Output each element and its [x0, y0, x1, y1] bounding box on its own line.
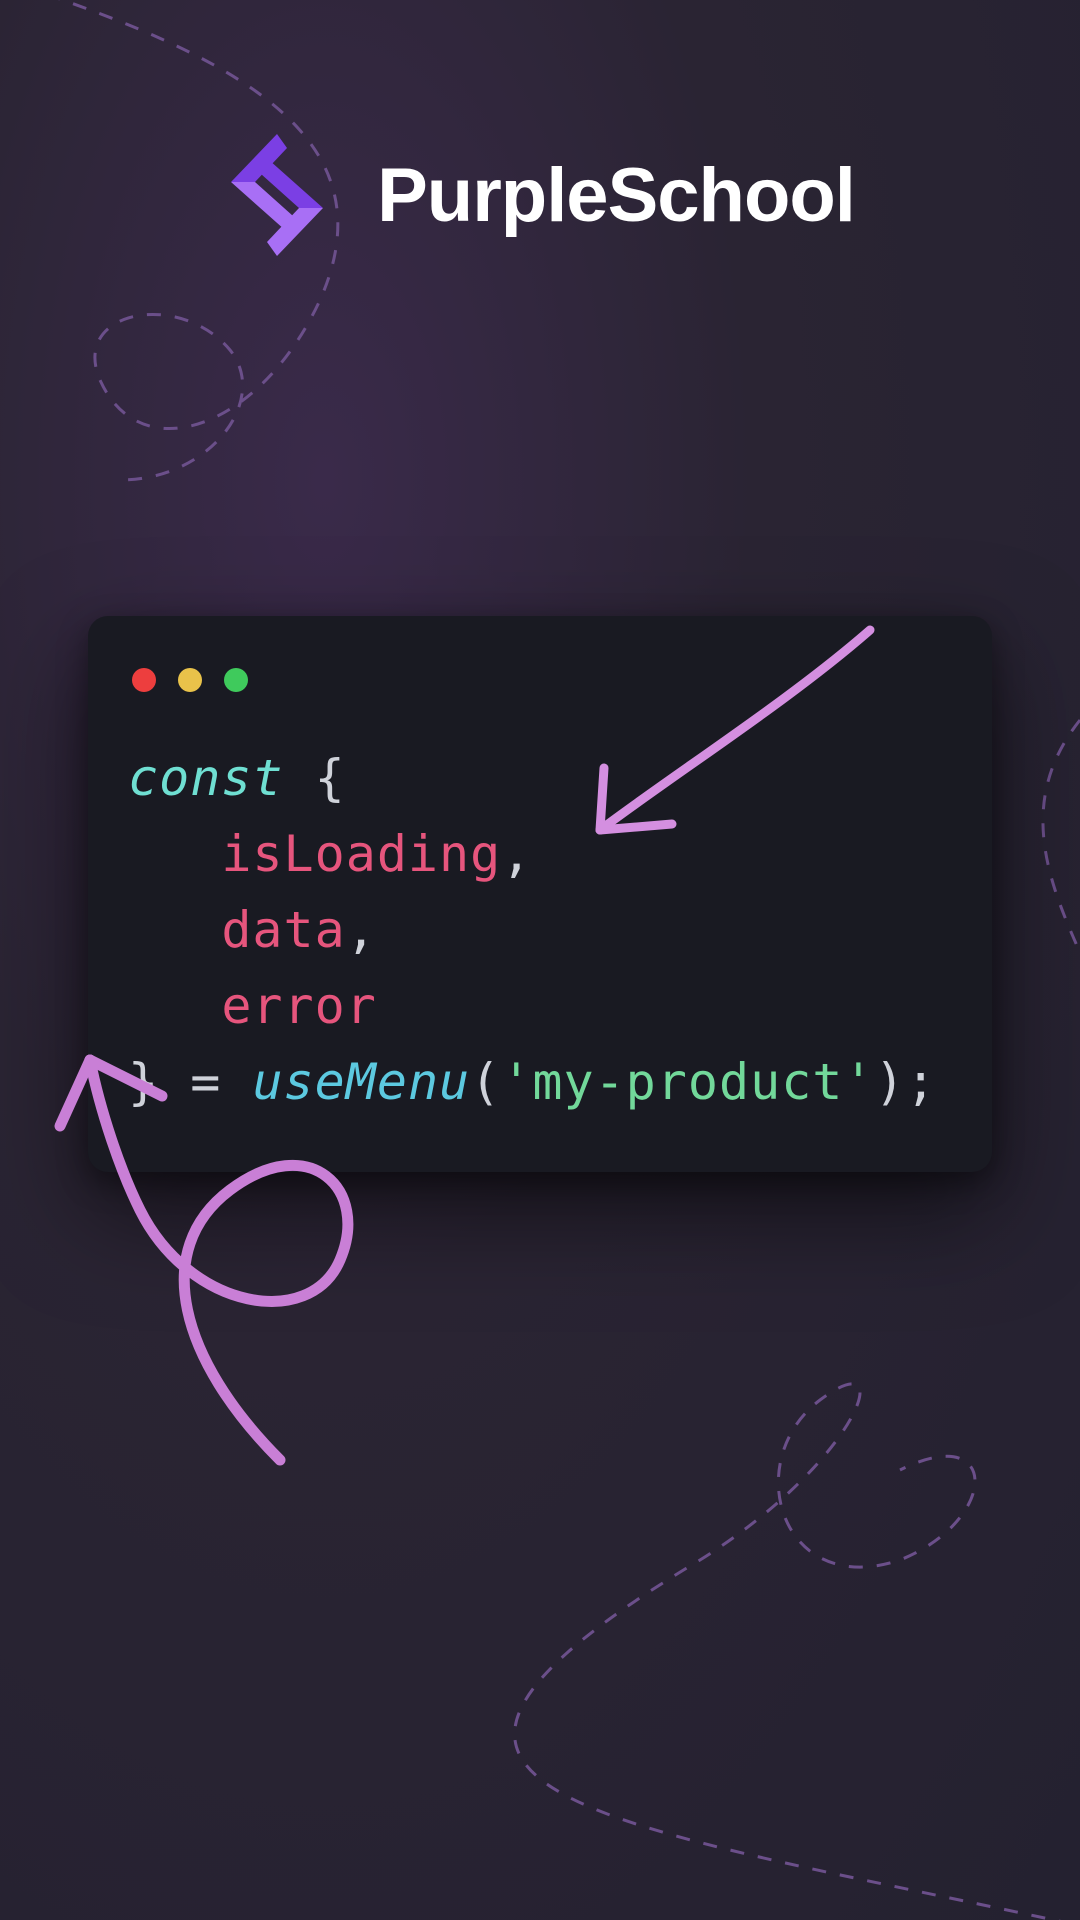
code-window: const { isLoading, data, error } = useMe…	[88, 616, 992, 1172]
prop-data: data	[221, 901, 345, 959]
brace-open: {	[315, 749, 346, 807]
keyword-const: const	[128, 749, 284, 807]
prop-error: error	[221, 977, 377, 1035]
header: PurpleSchool	[0, 0, 1080, 260]
close-icon	[132, 668, 156, 692]
brace-close: }	[128, 1053, 159, 1111]
string-arg: 'my-product'	[501, 1053, 874, 1111]
brand-title: PurpleSchool	[377, 152, 855, 239]
maximize-icon	[224, 668, 248, 692]
minimize-icon	[178, 668, 202, 692]
fn-usemenu: useMenu	[252, 1053, 470, 1111]
code-block: const { isLoading, data, error } = useMe…	[128, 740, 952, 1120]
prop-isloading: isLoading	[221, 825, 501, 883]
logo-icon	[225, 130, 329, 260]
window-traffic-lights	[128, 668, 952, 692]
